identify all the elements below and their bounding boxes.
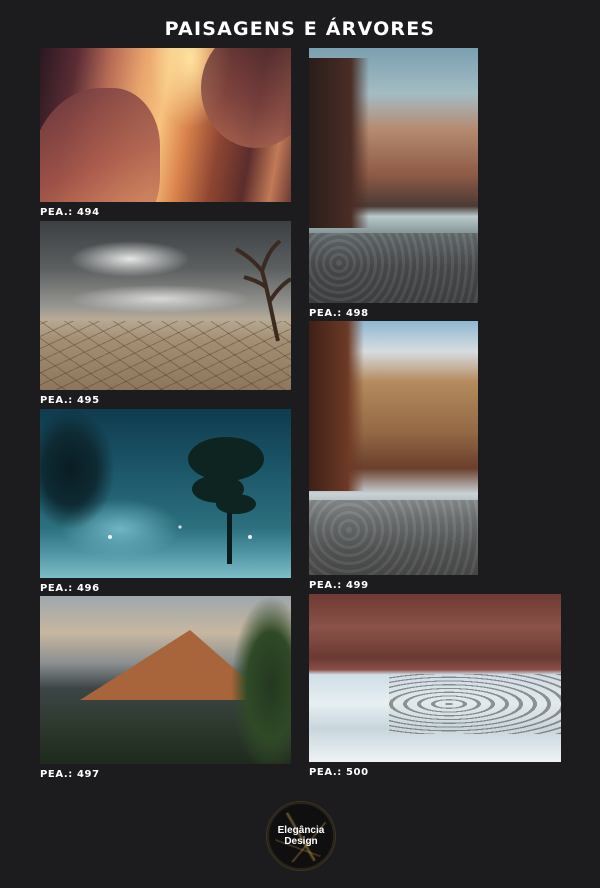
page-title: PAISAGENS E ÁRVORES xyxy=(164,18,436,40)
photo-canyon-river-2[interactable] xyxy=(309,321,478,575)
photo-code-498: PEA.: 498 xyxy=(309,308,369,319)
photo-night-trees[interactable] xyxy=(40,409,291,578)
photo-canyon-river[interactable] xyxy=(309,48,478,303)
photo-code-496: PEA.: 496 xyxy=(40,583,100,594)
photo-dry-desert-tree[interactable] xyxy=(40,221,291,390)
pine-tree-graphic xyxy=(108,437,264,564)
logo-line-2: Design xyxy=(284,836,318,847)
photo-code-497: PEA.: 497 xyxy=(40,769,100,780)
brand-logo: Elegância Design xyxy=(266,801,336,871)
photo-slot-canyon[interactable] xyxy=(40,48,291,202)
photo-frozen-river[interactable] xyxy=(309,594,561,762)
logo-line-1: Elegância xyxy=(277,825,325,836)
photo-mountain-sunset[interactable] xyxy=(40,596,291,764)
photo-code-500: PEA.: 500 xyxy=(309,767,369,778)
photo-code-495: PEA.: 495 xyxy=(40,395,100,406)
dead-tree-graphic xyxy=(234,239,291,342)
photo-code-494: PEA.: 494 xyxy=(40,207,100,218)
photo-code-499: PEA.: 499 xyxy=(309,580,369,591)
